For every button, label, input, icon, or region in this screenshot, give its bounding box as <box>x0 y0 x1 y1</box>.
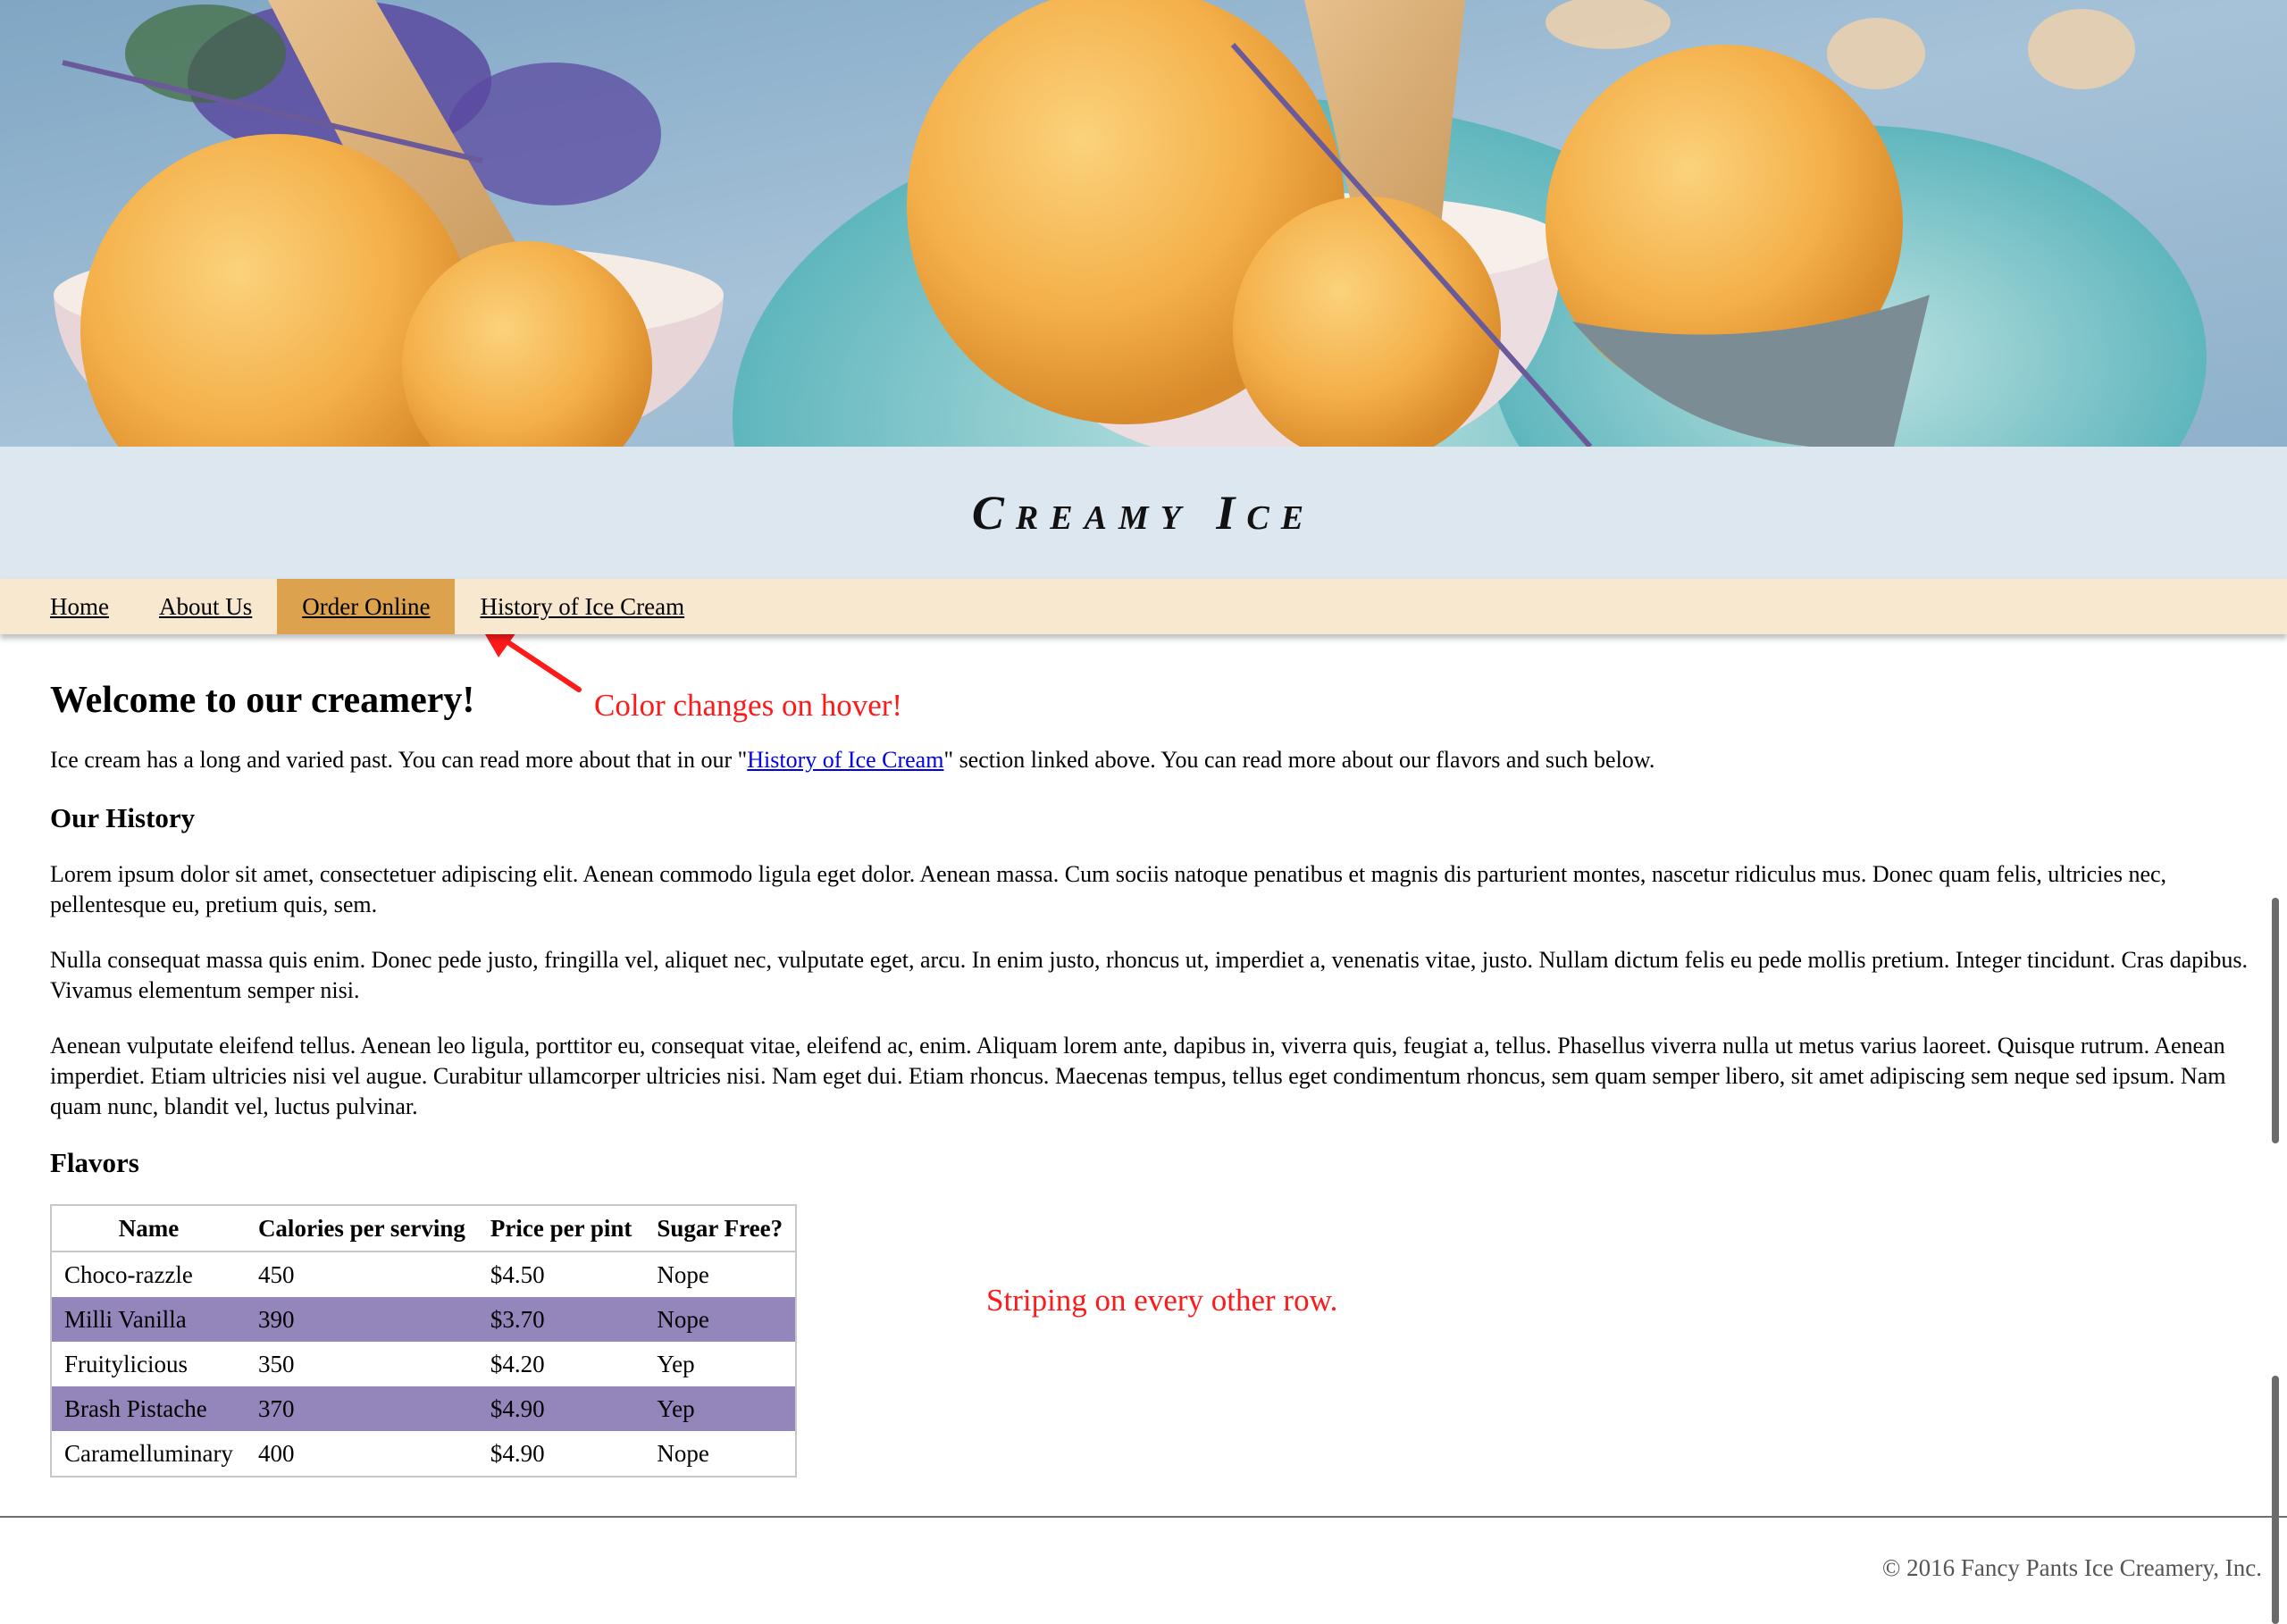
cell-name: Caramelluminary <box>64 1439 233 1467</box>
cell-calories: 450 <box>257 1260 295 1288</box>
history-heading: Our History <box>50 802 196 833</box>
nav-history[interactable]: History of Ice Cream <box>455 579 709 634</box>
main-content: Welcome to our creamery! Ice cream has a… <box>50 679 2248 1478</box>
table-row: Caramelluminary 400 $4.90 Nope <box>51 1431 796 1477</box>
intro-paragraph: Ice cream has a long and varied past. Yo… <box>50 745 2248 775</box>
main-nav: Home About Us Order Online History of Ic… <box>0 579 2287 634</box>
secondary-scrollbar-thumb[interactable] <box>2272 1376 2279 1624</box>
cell-sugar-free: Yep <box>657 1350 695 1377</box>
cell-price: $4.90 <box>477 1386 645 1431</box>
cell-price: $3.70 <box>477 1297 645 1342</box>
footer-copyright: © 2016 Fancy Pants Ice Creamery, Inc. <box>1881 1554 2262 1581</box>
table-row-striped: Milli Vanilla 390 $3.70 Nope <box>51 1297 797 1342</box>
cell-sugar-free: Nope <box>657 1439 709 1467</box>
table-row: Fruitylicious 350 $4.20 Yep <box>51 1342 796 1386</box>
cell-sugar-free: Yep <box>644 1386 797 1431</box>
nav-home[interactable]: Home <box>25 579 134 634</box>
column-header-name: Name <box>51 1205 246 1252</box>
welcome-heading: Welcome to our creamery! <box>50 680 475 721</box>
history-paragraph: Aenean vulputate eleifend tellus. Aenean… <box>50 1033 2226 1119</box>
cell-sugar-free: Nope <box>657 1260 709 1288</box>
flavors-table: Name Calories per serving Price per pint… <box>50 1204 798 1478</box>
history-inline-link[interactable]: History of Ice Cream <box>747 747 943 773</box>
cell-calories: 350 <box>257 1350 295 1377</box>
history-paragraph: Lorem ipsum dolor sit amet, consectetuer… <box>50 861 2167 917</box>
table-row-striped: Brash Pistache 370 $4.90 Yep <box>51 1386 797 1431</box>
cell-price: $4.90 <box>490 1439 545 1467</box>
intro-text-before: Ice cream has a long and varied past. Yo… <box>50 747 748 773</box>
cell-sugar-free: Nope <box>644 1297 797 1342</box>
site-header: Creamy Ice <box>0 447 2287 579</box>
cell-price: $4.50 <box>490 1260 545 1288</box>
cell-name: Brash Pistache <box>51 1386 246 1431</box>
cell-calories: 390 <box>245 1297 478 1342</box>
cell-calories: 370 <box>245 1386 478 1431</box>
column-header-sugar-free: Sugar Free? <box>644 1205 797 1252</box>
main-scrollbar-thumb[interactable] <box>2272 898 2279 1143</box>
table-header-row: Name Calories per serving Price per pint… <box>51 1205 797 1252</box>
table-row: Choco-razzle 450 $4.50 Nope <box>51 1251 796 1297</box>
ice-cream-photo <box>0 0 2287 447</box>
intro-text-after: " section linked above. You can read mor… <box>943 747 1655 773</box>
history-paragraph: Nulla consequat massa quis enim. Donec p… <box>50 947 2248 1003</box>
nav-order-online[interactable]: Order Online <box>277 579 456 634</box>
flavors-heading: Flavors <box>50 1147 139 1178</box>
hero-image <box>0 0 2287 447</box>
nav-about-us[interactable]: About Us <box>134 579 277 634</box>
cell-price: $4.20 <box>490 1350 545 1377</box>
column-header-calories: Calories per serving <box>245 1205 478 1252</box>
cell-calories: 400 <box>257 1439 295 1467</box>
cell-name: Fruitylicious <box>64 1350 188 1377</box>
cell-name: Choco-razzle <box>64 1260 193 1288</box>
column-header-price: Price per pint <box>477 1205 645 1252</box>
footer-divider <box>0 1516 2287 1518</box>
cell-name: Milli Vanilla <box>51 1297 246 1342</box>
site-title: Creamy Ice <box>971 486 1316 540</box>
